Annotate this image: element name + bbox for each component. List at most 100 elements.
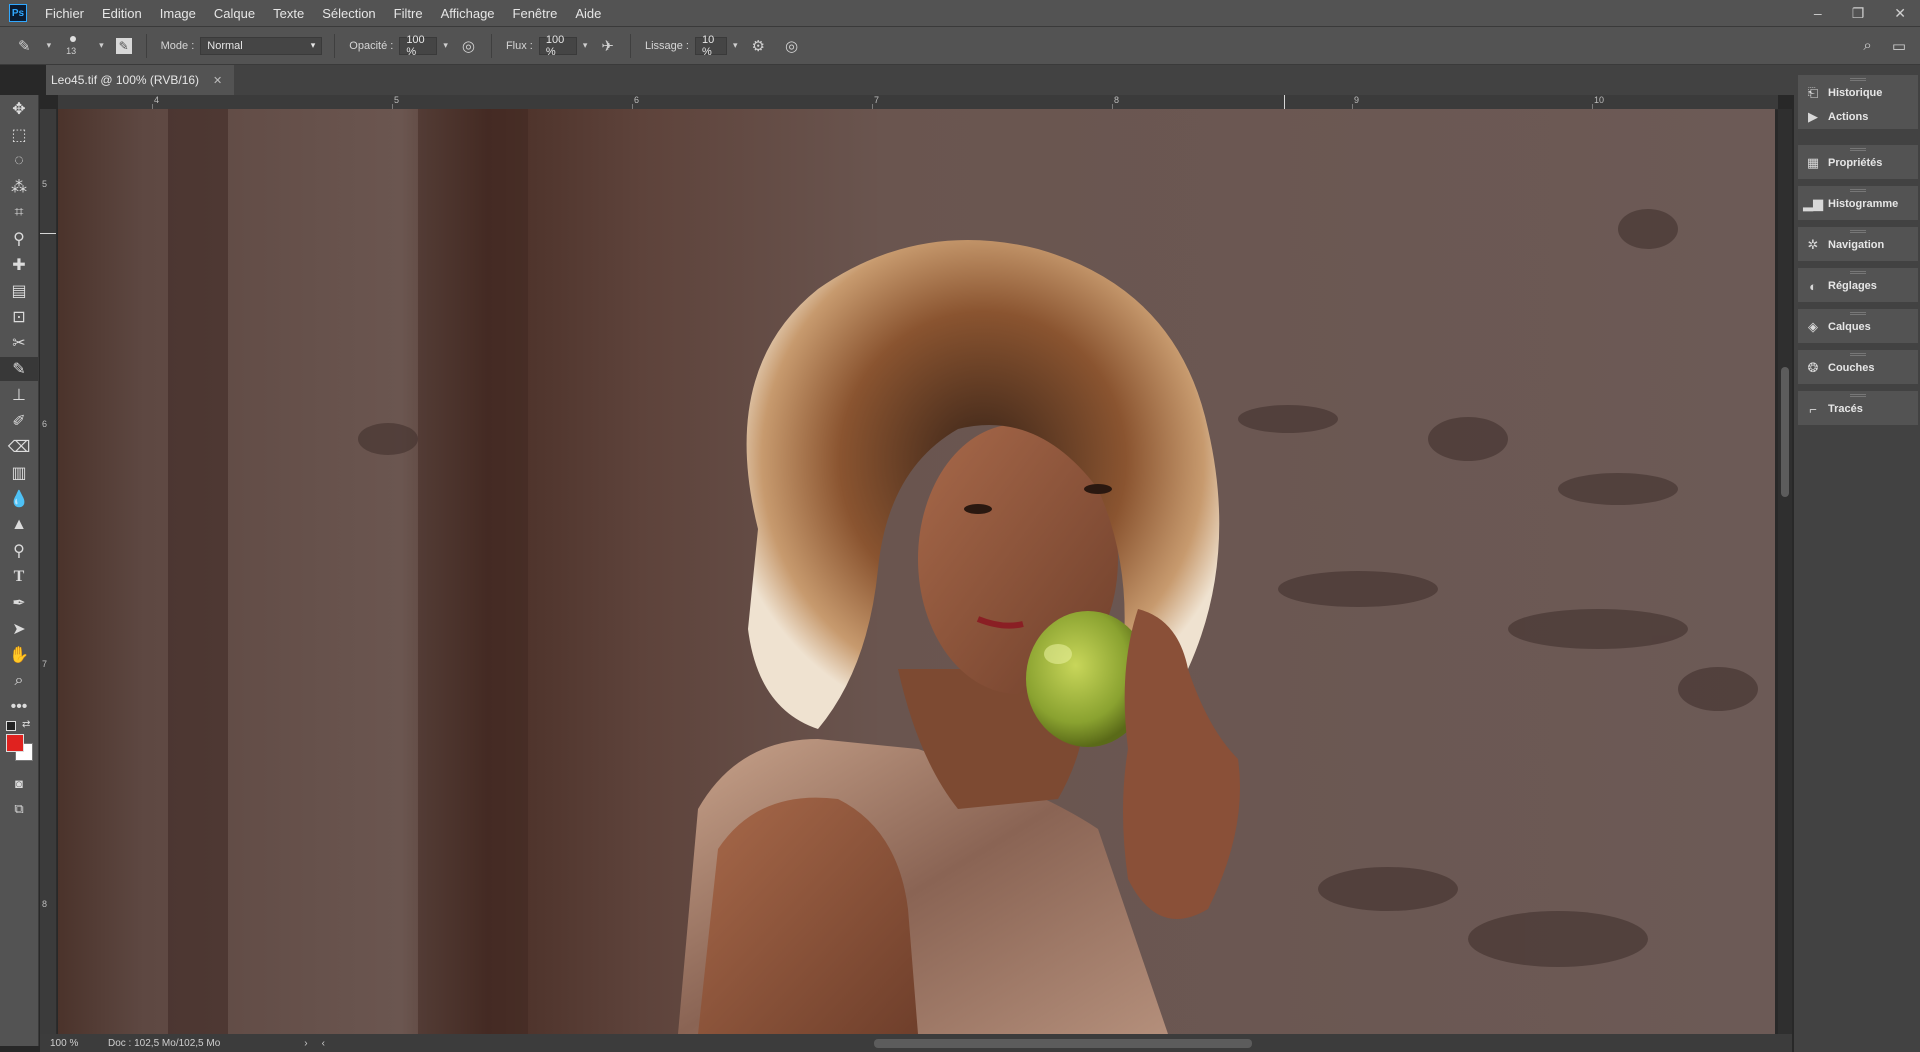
minimize-icon[interactable]: – bbox=[1814, 5, 1822, 21]
panel-group-properties: ▦ Propriétés bbox=[1798, 145, 1918, 179]
panel-historique[interactable]: ⎗ Historique bbox=[1798, 81, 1918, 105]
workspace-icon[interactable]: ▭ bbox=[1892, 37, 1906, 55]
panel-group-histogram: ▂▆ Histogramme bbox=[1798, 186, 1918, 220]
sharpen-tool-icon[interactable]: ▲ bbox=[0, 513, 38, 537]
panel-actions[interactable]: ▶ Actions bbox=[1798, 105, 1918, 129]
chevron-down-icon[interactable]: ▾ bbox=[443, 40, 448, 51]
menu-edition[interactable]: Edition bbox=[102, 6, 142, 21]
healing-brush-tool-icon[interactable]: ✚ bbox=[0, 253, 38, 277]
brush-tool-icon[interactable]: ✎ bbox=[18, 37, 31, 55]
close-tab-icon[interactable]: ✕ bbox=[213, 74, 222, 87]
content-aware-move-tool-icon[interactable]: ✂ bbox=[0, 331, 38, 355]
search-icon[interactable]: ⌕ bbox=[1863, 37, 1871, 54]
history-icon: ⎗ bbox=[1807, 85, 1819, 100]
brush-preset-picker[interactable]: 13 bbox=[59, 31, 89, 61]
eyedropper-tool-icon[interactable]: ⚲ bbox=[0, 227, 38, 251]
dodge-tool-icon[interactable]: ⚲ bbox=[0, 539, 38, 563]
lissage-input[interactable]: 10 % bbox=[694, 34, 727, 58]
channels-icon: ❂ bbox=[1807, 360, 1819, 375]
zoom-tool-icon[interactable]: ⌕ bbox=[0, 669, 38, 693]
chevron-down-icon[interactable]: ▾ bbox=[583, 40, 588, 51]
pen-tool-icon[interactable]: ✒ bbox=[0, 591, 38, 615]
crop-tool-icon[interactable]: ⌗ bbox=[0, 201, 38, 225]
hand-tool-icon[interactable]: ✋ bbox=[0, 643, 38, 667]
panel-reglages[interactable]: ◐ Réglages bbox=[1798, 274, 1918, 298]
mode-select[interactable]: Normal ▾ bbox=[200, 36, 323, 55]
more-tools-icon[interactable]: ••• bbox=[0, 695, 38, 719]
menu-affichage[interactable]: Affichage bbox=[441, 6, 495, 21]
ruler-label: 8 bbox=[1114, 95, 1120, 105]
menu-fenetre[interactable]: Fenêtre bbox=[513, 6, 558, 21]
histogram-icon: ▂▆ bbox=[1803, 196, 1823, 211]
chevron-down-icon[interactable]: ▾ bbox=[47, 40, 52, 51]
menu-filtre[interactable]: Filtre bbox=[394, 6, 423, 21]
airbrush-icon[interactable]: ✈ bbox=[601, 37, 614, 55]
horizontal-scroll-thumb[interactable] bbox=[874, 1039, 1252, 1048]
panel-group-navigation: ✲ Navigation bbox=[1798, 227, 1918, 261]
panel-histogramme[interactable]: ▂▆ Histogramme bbox=[1798, 192, 1918, 216]
mode-value: Normal bbox=[207, 39, 243, 52]
patch-tool-icon[interactable]: ▤ bbox=[0, 279, 38, 303]
foreground-color-swatch[interactable] bbox=[6, 734, 24, 752]
panel-traces[interactable]: ⌐ Tracés bbox=[1798, 397, 1918, 421]
clone-stamp-tool-icon[interactable]: ⊥ bbox=[0, 383, 38, 407]
brush-panel-icon[interactable]: ✎ bbox=[115, 37, 132, 54]
flux-input[interactable]: 100 % bbox=[538, 34, 577, 58]
close-icon[interactable]: ✕ bbox=[1894, 5, 1906, 22]
brush-tool-icon[interactable]: ✎ bbox=[0, 357, 38, 381]
scroll-left-icon[interactable]: ‹ bbox=[322, 1038, 325, 1049]
document-tab[interactable]: Leo45.tif @ 100% (RVB/16) ✕ bbox=[46, 65, 235, 95]
marquee-tool-icon[interactable]: ⬚ bbox=[0, 123, 38, 147]
panel-label: Navigation bbox=[1828, 239, 1885, 251]
panel-group-channels: ❂ Couches bbox=[1798, 350, 1918, 384]
opacity-input[interactable]: 100 % bbox=[399, 34, 438, 58]
panel-couches[interactable]: ❂ Couches bbox=[1798, 356, 1918, 380]
magic-wand-tool-icon[interactable]: ⁂ bbox=[0, 175, 38, 199]
vertical-scrollbar[interactable] bbox=[1778, 109, 1792, 1034]
path-selection-tool-icon[interactable]: ➤ bbox=[0, 617, 38, 641]
frame-tool-icon[interactable]: ⊡ bbox=[0, 305, 38, 329]
menu-texte[interactable]: Texte bbox=[273, 6, 304, 21]
quick-mask-icon[interactable]: ◙ bbox=[0, 771, 38, 795]
divider bbox=[629, 33, 631, 58]
pressure-size-icon[interactable]: ◎ bbox=[785, 37, 798, 55]
type-tool-icon[interactable]: T bbox=[0, 565, 38, 589]
pressure-opacity-icon[interactable]: ◎ bbox=[462, 37, 475, 55]
layers-icon: ◈ bbox=[1808, 319, 1818, 334]
panel-navigation[interactable]: ✲ Navigation bbox=[1798, 233, 1918, 257]
photoshop-logo: Ps bbox=[9, 4, 27, 22]
menu-selection[interactable]: Sélection bbox=[322, 6, 375, 21]
panel-label: Histogramme bbox=[1828, 198, 1899, 210]
chevron-down-icon[interactable]: ▾ bbox=[99, 40, 104, 51]
blur-tool-icon[interactable]: 💧 bbox=[0, 487, 38, 511]
menu-image[interactable]: Image bbox=[160, 6, 196, 21]
screen-mode-icon[interactable]: ⧉ bbox=[0, 797, 38, 821]
move-tool-icon[interactable]: ✥ bbox=[0, 97, 38, 121]
panel-group-paths: ⌐ Tracés bbox=[1798, 391, 1918, 425]
vertical-scroll-thumb[interactable] bbox=[1781, 367, 1789, 497]
menu-aide[interactable]: Aide bbox=[575, 6, 601, 21]
chevron-down-icon[interactable]: ▾ bbox=[733, 40, 738, 51]
navigator-icon: ✲ bbox=[1807, 237, 1819, 252]
ruler-label: 5 bbox=[394, 95, 400, 105]
gradient-tool-icon[interactable]: ▥ bbox=[0, 461, 38, 485]
panel-calques[interactable]: ◈ Calques bbox=[1798, 315, 1918, 339]
document-canvas[interactable] bbox=[58, 109, 1775, 1034]
gear-icon[interactable]: ⚙ bbox=[752, 37, 765, 55]
status-menu-chevron-icon[interactable]: › bbox=[304, 1038, 307, 1049]
default-colors-icon[interactable] bbox=[6, 721, 16, 731]
divider bbox=[334, 33, 336, 58]
document-tab-title: Leo45.tif @ 100% (RVB/16) bbox=[51, 73, 200, 87]
history-brush-tool-icon[interactable]: ✐ bbox=[0, 409, 38, 433]
swap-colors-icon[interactable]: ⇄ bbox=[22, 719, 30, 730]
chevron-down-icon: ▾ bbox=[310, 40, 316, 50]
zoom-level[interactable]: 100 % bbox=[50, 1038, 94, 1049]
menu-calque[interactable]: Calque bbox=[214, 6, 255, 21]
restore-icon[interactable]: ❐ bbox=[1852, 5, 1865, 22]
eraser-tool-icon[interactable]: ⌫ bbox=[0, 435, 38, 459]
lasso-tool-icon[interactable]: ◌ bbox=[0, 149, 38, 173]
panel-proprietes[interactable]: ▦ Propriétés bbox=[1798, 151, 1918, 175]
play-icon: ▶ bbox=[1808, 109, 1818, 124]
menu-fichier[interactable]: Fichier bbox=[45, 6, 84, 21]
ruler-label: 6 bbox=[42, 419, 48, 429]
